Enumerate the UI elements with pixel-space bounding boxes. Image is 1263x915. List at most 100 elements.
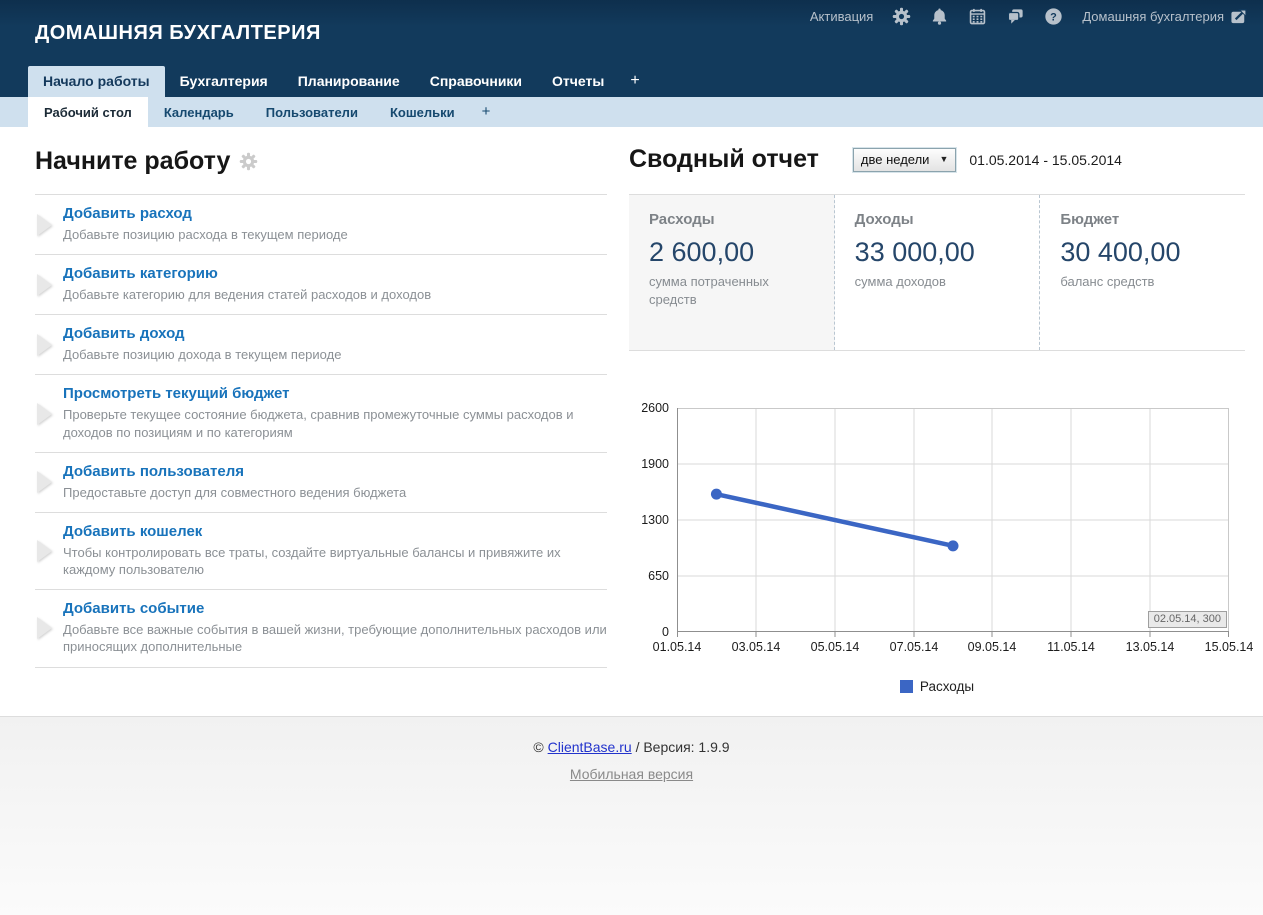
stat-value: 30 400,00	[1060, 237, 1225, 268]
getting-started-header: Начните работу	[35, 145, 607, 195]
subtab-desktop[interactable]: Рабочий стол	[28, 97, 148, 127]
stat-value: 2 600,00	[649, 237, 814, 268]
subtab-wallets[interactable]: Кошельки	[374, 97, 471, 127]
period-select-value: две недели	[861, 152, 930, 167]
stats-row: Расходы 2 600,00 сумма потраченных средс…	[629, 194, 1245, 351]
app-title: ДОМАШНЯЯ БУХГАЛТЕРИЯ	[35, 22, 321, 45]
stat-caption: сумма доходов	[855, 273, 1020, 291]
y-axis-tick: 1300	[629, 512, 669, 528]
copyright-symbol: ©	[533, 739, 543, 755]
svg-text:?: ?	[1051, 11, 1058, 23]
stat-card-expenses[interactable]: Расходы 2 600,00 сумма потраченных средс…	[629, 195, 835, 350]
expenses-line-chart: 2600 1900 1300 650 0	[629, 398, 1245, 666]
chart-tooltip: 02.05.14, 300	[1148, 611, 1227, 628]
subtab-users[interactable]: Пользователи	[250, 97, 374, 127]
tab-reports[interactable]: Отчеты	[537, 66, 619, 97]
legend-swatch	[900, 680, 913, 693]
gear-icon[interactable]	[892, 7, 911, 26]
x-axis-tick: 09.05.14	[968, 640, 1017, 654]
arrow-right-icon	[37, 274, 52, 296]
list-item-description: Проверьте текущее состояние бюджета, сра…	[63, 406, 607, 440]
mobile-version-link[interactable]: Мобильная версия	[570, 766, 693, 782]
stat-card-budget[interactable]: Бюджет 30 400,00 баланс средств	[1040, 195, 1245, 350]
list-item-add-expense[interactable]: Добавить расход Добавьте позицию расхода…	[35, 195, 607, 255]
list-item-title[interactable]: Просмотреть текущий бюджет	[63, 385, 607, 402]
y-axis-tick: 2600	[629, 400, 669, 416]
arrow-right-icon	[37, 214, 52, 236]
stat-caption: сумма потраченных средств	[649, 273, 814, 308]
list-item-add-user[interactable]: Добавить пользователя Предоставьте досту…	[35, 453, 607, 513]
list-item-title[interactable]: Добавить категорию	[63, 265, 607, 282]
calendar-icon[interactable]	[968, 7, 987, 26]
x-axis-tick: 01.05.14	[653, 640, 702, 654]
app-header: ДОМАШНЯЯ БУХГАЛТЕРИЯ Активация ? Домашня…	[0, 0, 1263, 127]
summary-header: Сводный отчет две недели ▼ 01.05.2014 - …	[629, 145, 1245, 174]
list-item-title[interactable]: Добавить кошелек	[63, 523, 607, 540]
list-item-add-income[interactable]: Добавить доход Добавьте позицию дохода в…	[35, 315, 607, 375]
clientbase-link[interactable]: ClientBase.ru	[548, 739, 632, 755]
help-icon[interactable]: ?	[1044, 7, 1063, 26]
tab-planning[interactable]: Планирование	[283, 66, 415, 97]
bell-icon[interactable]	[930, 7, 949, 26]
x-axis-tick: 11.05.14	[1047, 640, 1095, 654]
chat-icon[interactable]	[1006, 7, 1025, 26]
list-item-add-event[interactable]: Добавить событие Добавьте все важные соб…	[35, 590, 607, 667]
x-axis-tick: 03.05.14	[732, 640, 781, 654]
stat-label: Расходы	[649, 211, 814, 228]
legend-label: Расходы	[920, 679, 974, 694]
content: Начните работу Добавить расход Добавьте …	[0, 127, 1263, 716]
account-link[interactable]: Домашняя бухгалтерия	[1082, 9, 1224, 24]
tab-accounting[interactable]: Бухгалтерия	[165, 66, 283, 97]
list-item-description: Чтобы контролировать все траты, создайте…	[63, 544, 607, 578]
list-item-description: Добавьте все важные события в вашей жизн…	[63, 621, 607, 655]
x-axis-tick: 05.05.14	[811, 640, 860, 654]
version-label: / Версия: 1.9.9	[636, 739, 730, 755]
chart-svg	[677, 408, 1229, 638]
x-axis-tick: 07.05.14	[890, 640, 939, 654]
activation-link[interactable]: Активация	[810, 9, 873, 24]
list-item-description: Предоставьте доступ для совместного веде…	[63, 484, 607, 501]
x-axis-tick: 13.05.14	[1126, 640, 1175, 654]
tab-getting-started[interactable]: Начало работы	[28, 66, 165, 97]
stat-caption: баланс средств	[1060, 273, 1225, 291]
list-item-description: Добавьте категорию для ведения статей ра…	[63, 286, 607, 303]
header-top-bar: ДОМАШНЯЯ БУХГАЛТЕРИЯ Активация ? Домашня…	[0, 0, 1263, 66]
copyright-line: © ClientBase.ru / Версия: 1.9.9	[0, 739, 1263, 755]
list-item-view-budget[interactable]: Просмотреть текущий бюджет Проверьте тек…	[35, 375, 607, 452]
summary-report-section: Сводный отчет две недели ▼ 01.05.2014 - …	[629, 145, 1245, 716]
arrow-right-icon	[37, 471, 52, 493]
summary-title: Сводный отчет	[629, 145, 819, 174]
date-range-label: 01.05.2014 - 15.05.2014	[969, 152, 1122, 168]
stat-value: 33 000,00	[855, 237, 1020, 268]
list-item-title[interactable]: Добавить пользователя	[63, 463, 607, 480]
list-item-add-wallet[interactable]: Добавить кошелек Чтобы контролировать вс…	[35, 513, 607, 590]
sub-nav: Рабочий стол Календарь Пользователи Коше…	[0, 97, 1263, 127]
arrow-right-icon	[37, 540, 52, 562]
plot-area: 02.05.14, 300	[677, 408, 1229, 638]
period-select[interactable]: две недели ▼	[853, 148, 956, 172]
list-item-add-category[interactable]: Добавить категорию Добавьте категорию дл…	[35, 255, 607, 315]
list-item-title[interactable]: Добавить доход	[63, 325, 607, 342]
tab-directories[interactable]: Справочники	[415, 66, 537, 97]
list-item-title[interactable]: Добавить расход	[63, 205, 607, 222]
y-axis-tick: 1900	[629, 456, 669, 472]
stat-card-income[interactable]: Доходы 33 000,00 сумма доходов	[835, 195, 1041, 350]
external-link-icon[interactable]	[1230, 7, 1249, 26]
list-item-title[interactable]: Добавить событие	[63, 600, 607, 617]
list-item-description: Добавьте позицию дохода в текущем период…	[63, 346, 607, 363]
add-tab-button[interactable]: +	[619, 66, 650, 97]
getting-started-section: Начните работу Добавить расход Добавьте …	[35, 145, 607, 716]
settings-gear-icon[interactable]	[239, 152, 258, 171]
main-nav: Начало работы Бухгалтерия Планирование С…	[0, 66, 1263, 97]
subtab-calendar[interactable]: Календарь	[148, 97, 250, 127]
arrow-right-icon	[37, 403, 52, 425]
page-footer: © ClientBase.ru / Версия: 1.9.9 Мобильна…	[0, 716, 1263, 915]
list-item-description: Добавьте позицию расхода в текущем перио…	[63, 226, 607, 243]
stat-label: Бюджет	[1060, 211, 1225, 228]
add-subtab-button[interactable]: +	[471, 97, 502, 127]
chevron-down-icon: ▼	[939, 154, 948, 164]
header-actions: Активация ? Домашняя бухгалтерия	[810, 7, 1249, 26]
chart-legend: Расходы	[629, 679, 1245, 694]
account-area: Домашняя бухгалтерия	[1082, 7, 1249, 26]
arrow-right-icon	[37, 334, 52, 356]
